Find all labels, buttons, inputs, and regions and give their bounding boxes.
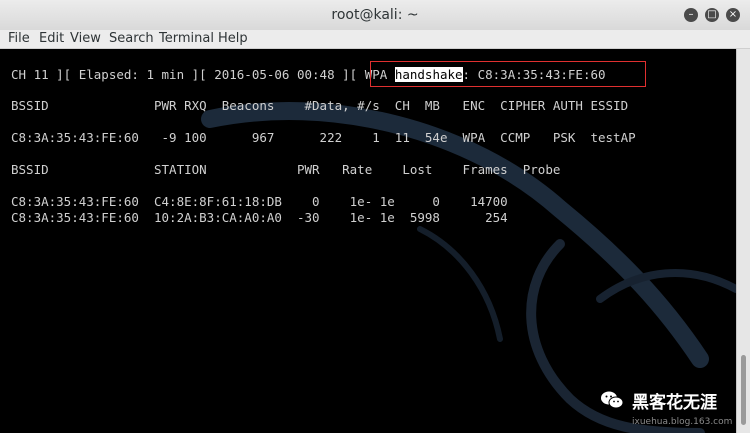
menu-bar: File Edit View Search Terminal Help [0,30,750,49]
terminal-output[interactable]: CH 11 ][ Elapsed: 1 min ][ 2016-05-06 00… [0,49,736,433]
station-row: C8:3A:35:43:FE:60 C4:8E:8F:61:18:DB 0 1e… [11,194,508,209]
scrollbar[interactable] [736,49,750,433]
menu-search[interactable]: Search [109,30,154,48]
ap-header: BSSID PWR RXQ Beacons #Data, #/s CH MB E… [11,98,629,113]
handshake-annotation-box [370,61,646,87]
ap-row: C8:3A:35:43:FE:60 -9 100 967 222 1 11 54… [11,130,636,145]
watermark-url: ixuehua.blog.163.com [632,417,733,427]
watermark-text: 黑客花无涯 [632,392,717,413]
menu-view[interactable]: View [70,30,101,48]
close-icon[interactable]: × [726,8,740,22]
wechat-icon [601,391,624,409]
watermark: 黑客花无涯 [600,388,717,413]
menu-terminal[interactable]: Terminal [159,30,214,48]
maximize-icon[interactable]: □ [705,8,719,22]
station-header: BSSID STATION PWR Rate Lost Frames Probe [11,162,561,177]
station-row: C8:3A:35:43:FE:60 10:2A:B3:CA:A0:A0 -30 … [11,210,508,225]
menu-file[interactable]: File [8,30,30,48]
menu-help[interactable]: Help [218,30,248,48]
window-title: root@kali: ~ [331,7,419,23]
scrollbar-thumb[interactable] [741,355,746,425]
status-prefix: CH 11 ][ Elapsed: 1 min ][ 2016-05-06 00… [11,67,395,82]
title-bar: root@kali: ~ – □ × [0,0,750,31]
menu-edit[interactable]: Edit [39,30,64,48]
minimize-icon[interactable]: – [684,8,698,22]
terminal-window: root@kali: ~ – □ × File Edit View Search… [0,0,750,433]
